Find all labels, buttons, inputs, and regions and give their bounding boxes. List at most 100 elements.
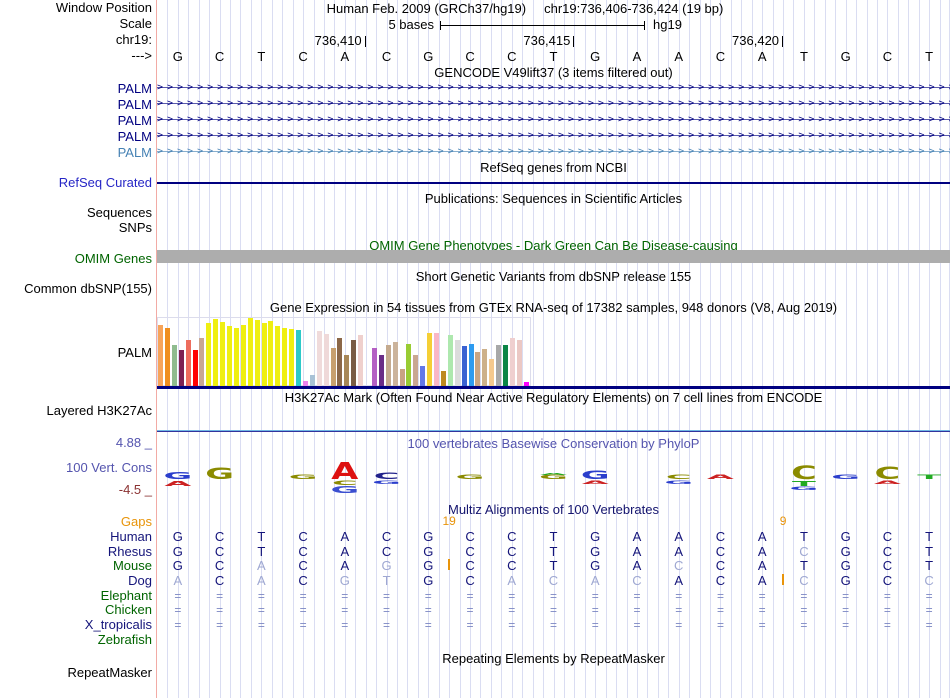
gencode-transcript-palm[interactable]: >>>>>>>>>>>>>>>>>>>>>>>>>>>>>>>>>>>>>>>>… [157, 97, 950, 110]
alignment-gap-cell: = [257, 618, 265, 632]
base-letter: G [172, 49, 183, 64]
track-label-sequences[interactable]: Sequences [0, 206, 152, 220]
track-title-phylop[interactable]: 100 vertebrates Basewise Conservation by… [157, 437, 950, 451]
track-label-layered-h3k27ac[interactable]: Layered H3K27Ac [0, 404, 152, 418]
alignment-gap-cell: = [299, 589, 307, 603]
track-label-palm[interactable]: PALM [0, 97, 152, 112]
alignment-base: A [757, 544, 767, 559]
alignment-base: C [715, 544, 726, 559]
gtex-bar [447, 335, 453, 386]
transcript-arrows: >>>>>>>>>>>>>>>>>>>>>>>>>>>>>>>>>>>>>>>>… [157, 114, 950, 125]
track-label-species[interactable]: Rhesus [0, 544, 152, 559]
track-label-palm[interactable]: PALM [0, 129, 152, 144]
gencode-transcript-palm[interactable]: >>>>>>>>>>>>>>>>>>>>>>>>>>>>>>>>>>>>>>>>… [157, 145, 950, 158]
alignment-base: C [381, 544, 392, 559]
track-label-omim-genes[interactable]: OMIM Genes [0, 252, 152, 266]
track-label-gtex-palm[interactable]: PALM [0, 346, 152, 360]
track-label-species[interactable]: Chicken [0, 602, 152, 617]
alignment-base: C [507, 529, 517, 544]
gtex-bar [516, 340, 522, 386]
track-label-species[interactable]: Mouse [0, 558, 152, 573]
track-label-palm[interactable]: PALM [0, 81, 152, 96]
transcript-arrows: >>>>>>>>>>>>>>>>>>>>>>>>>>>>>>>>>>>>>>>>… [157, 146, 950, 157]
track-title-dbsnp[interactable]: Short Genetic Variants from dbSNP releas… [157, 270, 950, 284]
alignment-gap-cell: = [591, 603, 599, 617]
alignment-base: C [298, 558, 308, 573]
alignment-base: T [549, 558, 558, 573]
base-letter: A [674, 49, 684, 64]
track-title-gtex[interactable]: Gene Expression in 54 tissues from GTEx … [157, 301, 950, 315]
insert-gap-tick [448, 559, 450, 570]
alignment-base: T [549, 529, 558, 544]
base-letter: C [507, 49, 517, 64]
ruler-number: 736,410 [314, 33, 362, 48]
track-title-h3k27ac[interactable]: H3K27Ac Mark (Often Found Near Active Re… [157, 391, 950, 405]
alignment-base: G [840, 544, 851, 559]
alignment-gap-cell: = [383, 603, 391, 617]
gencode-transcript-palm[interactable]: >>>>>>>>>>>>>>>>>>>>>>>>>>>>>>>>>>>>>>>>… [157, 129, 950, 142]
gtex-bar [199, 338, 205, 386]
ruler-number: 736,415 [523, 33, 571, 48]
track-label-species[interactable]: Elephant [0, 588, 152, 603]
ruler-number: 736,420 [732, 33, 780, 48]
alignment-base: C [882, 558, 893, 573]
alignment-gap-cell: = [341, 603, 349, 617]
gtex-bar [164, 328, 170, 386]
gtex-bar [254, 320, 260, 386]
gtex-bar [240, 325, 246, 386]
scale-label: Scale [119, 16, 152, 31]
omim-gene-bar[interactable] [157, 250, 950, 263]
alignment-base: C [381, 529, 392, 544]
gtex-bar [309, 375, 315, 386]
alignment-gap-cell: = [800, 603, 808, 617]
alignment-gap-cell: = [925, 618, 933, 632]
alignment-base: C [214, 558, 225, 573]
track-label-gaps[interactable]: Gaps [0, 514, 152, 529]
svg-text:A: A [707, 474, 735, 481]
alignment-gap-cell: = [508, 603, 516, 617]
alignment-base: C [882, 573, 893, 588]
track-title-repeatmasker[interactable]: Repeating Elements by RepeatMasker [157, 652, 950, 666]
gtex-bar [440, 371, 446, 386]
gtex-bar [461, 346, 467, 386]
alignment-gap-cell: = [257, 589, 265, 603]
alignment-base: A [757, 573, 767, 588]
base-letter: G [423, 49, 434, 64]
track-label-refseq-curated[interactable]: RefSeq Curated [0, 176, 152, 190]
svg-text:G: G [330, 484, 359, 496]
base-letter: T [925, 49, 934, 64]
gtex-bar [399, 369, 405, 386]
alignment-gap-cell: = [549, 589, 557, 603]
track-label-species[interactable]: Human [0, 529, 152, 544]
track-label-species[interactable]: Dog [0, 573, 152, 588]
alignment-gap-cell: = [591, 618, 599, 632]
gtex-bar [282, 328, 288, 386]
alignment-gap-cell: = [549, 618, 557, 632]
svg-text:G: G [790, 486, 819, 491]
alignment-gap-cell: = [633, 603, 641, 617]
track-label-palm[interactable]: PALM [0, 113, 152, 128]
base-letter: T [549, 49, 558, 64]
gtex-bar [475, 352, 481, 386]
track-title-publications[interactable]: Publications: Sequences in Scientific Ar… [157, 192, 950, 206]
alignment-base: C [632, 573, 642, 588]
alignment-base: A [173, 573, 183, 588]
track-label-100-vert-cons[interactable]: 100 Vert. Cons [0, 461, 152, 475]
track-label-palm[interactable]: PALM [0, 145, 152, 160]
alignment-gap-cell: = [716, 618, 724, 632]
insert-gap-size: 9 [779, 514, 787, 528]
track-label-repeatmasker[interactable]: RepeatMasker [0, 666, 152, 680]
track-title-gencode[interactable]: GENCODE V49lift37 (3 items filtered out) [157, 66, 950, 80]
refseq-curated-item[interactable] [157, 182, 950, 184]
base-letter: C [214, 49, 225, 64]
gencode-transcript-palm[interactable]: >>>>>>>>>>>>>>>>>>>>>>>>>>>>>>>>>>>>>>>>… [157, 113, 950, 126]
gencode-transcript-palm[interactable]: >>>>>>>>>>>>>>>>>>>>>>>>>>>>>>>>>>>>>>>>… [157, 81, 950, 94]
alignment-base: C [507, 544, 517, 559]
track-title-multiz[interactable]: Multiz Alignments of 100 Vertebrates [157, 503, 950, 517]
track-label-common-dbsnp[interactable]: Common dbSNP(155) [0, 282, 152, 296]
track-label-species[interactable]: X_tropicalis [0, 617, 152, 632]
track-title-refseq[interactable]: RefSeq genes from NCBI [157, 161, 950, 175]
track-label-snps[interactable]: SNPs [0, 221, 152, 235]
svg-text:T: T [917, 474, 941, 481]
track-label-species[interactable]: Zebrafish [0, 632, 152, 647]
